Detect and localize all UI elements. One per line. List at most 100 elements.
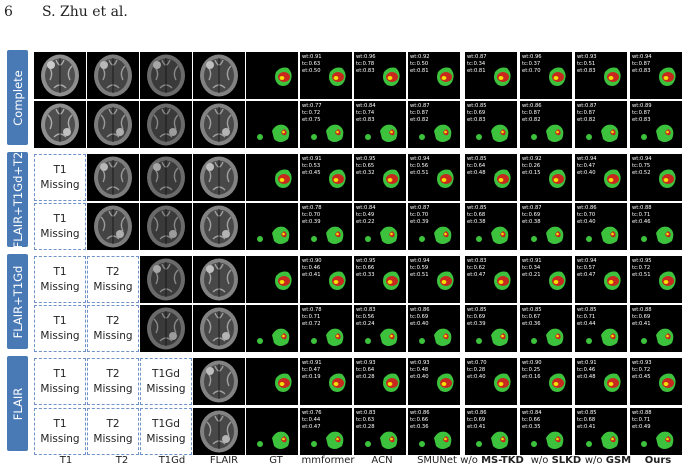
dice-score: wt:0.94 xyxy=(410,156,430,162)
dice-score: wt:0.85 xyxy=(467,205,487,211)
dice-score: et:0.35 xyxy=(522,424,541,430)
mri-flair-image xyxy=(193,408,245,455)
dice-score: wt:0.78 xyxy=(302,205,322,211)
dice-score: et:0.82 xyxy=(577,117,596,123)
dice-score: et:0.33 xyxy=(356,272,375,278)
dice-score: et:0.28 xyxy=(356,374,375,380)
group-label-text: Complete xyxy=(10,69,25,126)
dice-score: tc:0.25 xyxy=(522,367,541,373)
dice-score: et:0.83 xyxy=(632,68,651,74)
dice-score: tc:0.59 xyxy=(410,265,429,271)
segmentation-acn: wt:0.95 tc:0.66 et:0.33 xyxy=(354,256,406,303)
dice-score: tc:0.34 xyxy=(522,265,541,271)
dice-metrics: wt:0.88 tc:0.69 et:0.41 xyxy=(632,307,652,328)
dice-score: tc:0.46 xyxy=(302,265,321,271)
group-label-text: FLAIR+T1Gd+T2 xyxy=(10,151,25,248)
dice-score: wt:0.87 xyxy=(467,54,487,60)
dice-score: tc:0.87 xyxy=(522,110,541,116)
dice-score: tc:0.72 xyxy=(632,367,651,373)
dice-metrics: wt:0.84 tc:0.74 et:0.83 xyxy=(356,103,376,124)
segmentation-gsm: wt:0.85 tc:0.71 et:0.44 xyxy=(575,305,627,352)
dice-metrics: wt:0.76 tc:0.44 et:0.47 xyxy=(302,410,322,431)
dice-score: wt:0.87 xyxy=(410,205,430,211)
dice-score: tc:0.37 xyxy=(522,61,541,67)
dice-score: tc:0.69 xyxy=(467,417,486,423)
col-label-t1: T1 xyxy=(59,455,73,466)
dice-score: tc:0.34 xyxy=(467,61,486,67)
segmentation-ours: wt:0.94 tc:0.87 et:0.83 xyxy=(630,52,682,99)
segmentation-slkd: wt:0.85 tc:0.67 et:0.36 xyxy=(520,305,572,352)
dice-metrics: wt:0.92 tc:0.50 et:0.81 xyxy=(410,54,430,75)
dice-score: tc:0.69 xyxy=(632,314,651,320)
missing-t1gd-placeholder: T1Gd Missing xyxy=(140,358,192,405)
missing-label: Missing xyxy=(40,329,80,342)
missing-label: Missing xyxy=(93,329,133,342)
dice-score: et:0.38 xyxy=(467,219,486,225)
dice-metrics: wt:0.86 tc:0.69 et:0.41 xyxy=(467,410,487,431)
dice-score: et:0.39 xyxy=(302,219,321,225)
dice-score: tc:0.46 xyxy=(577,367,596,373)
dice-score: tc:0.72 xyxy=(632,265,651,271)
col-label-ours: Ours xyxy=(644,455,672,466)
mri-t2-image xyxy=(87,101,139,148)
segmentation-slkd: wt:0.90 tc:0.25 et:0.16 xyxy=(520,358,572,405)
dice-score: wt:0.95 xyxy=(632,258,652,264)
dice-score: wt:0.77 xyxy=(302,103,322,109)
dice-score: et:0.40 xyxy=(410,374,429,380)
segmentation-slkd: wt:0.86 tc:0.87 et:0.82 xyxy=(520,101,572,148)
dice-score: et:0.40 xyxy=(467,374,486,380)
segmentation-smunet: wt:0.86 tc:0.66 et:0.36 xyxy=(408,408,460,455)
missing-label: Missing xyxy=(40,178,80,191)
dice-score: wt:0.85 xyxy=(467,156,487,162)
dice-score: wt:0.91 xyxy=(302,54,322,60)
dice-metrics: wt:0.94 tc:0.47 et:0.40 xyxy=(577,156,597,177)
dice-score: et:0.51 xyxy=(632,272,651,278)
missing-modality-name: T1 xyxy=(53,315,67,328)
missing-modality-name: T1 xyxy=(53,164,67,177)
segmentation-ours: wt:0.89 tc:0.87 et:0.83 xyxy=(630,101,682,148)
dice-metrics: wt:0.84 tc:0.49 et:0.22 xyxy=(356,205,376,226)
missing-modality-name: T1 xyxy=(53,266,67,279)
dice-metrics: wt:0.94 tc:0.75 et:0.52 xyxy=(632,156,652,177)
dice-score: et:0.16 xyxy=(522,374,541,380)
dice-score: tc:0.57 xyxy=(577,265,596,271)
dice-score: wt:0.94 xyxy=(577,258,597,264)
dice-score: et:0.46 xyxy=(632,219,651,225)
dice-score: et:0.83 xyxy=(356,117,375,123)
dice-score: tc:0.65 xyxy=(356,163,375,169)
mri-flair-image xyxy=(193,256,245,303)
dice-metrics: wt:0.86 tc:0.69 et:0.40 xyxy=(410,307,430,328)
dice-metrics: wt:0.95 tc:0.72 et:0.51 xyxy=(632,258,652,279)
dice-score: et:0.82 xyxy=(410,117,429,123)
dice-metrics: wt:0.85 tc:0.69 et:0.39 xyxy=(467,307,487,328)
dice-score: wt:0.85 xyxy=(467,103,487,109)
dice-score: wt:0.92 xyxy=(522,156,542,162)
dice-metrics: wt:0.94 tc:0.57 et:0.47 xyxy=(577,258,597,279)
dice-score: wt:0.96 xyxy=(356,54,376,60)
dice-score: wt:0.95 xyxy=(356,156,376,162)
segmentation-slkd: wt:0.92 tc:0.26 et:0.15 xyxy=(520,154,572,201)
dice-score: wt:0.95 xyxy=(356,258,376,264)
dice-score: tc:0.69 xyxy=(522,212,541,218)
missing-t2-placeholder: T2 Missing xyxy=(87,256,139,303)
dice-metrics: wt:0.93 tc:0.48 et:0.40 xyxy=(410,360,430,381)
segmentation-mstkd: wt:0.85 tc:0.69 et:0.39 xyxy=(465,305,517,352)
segmentation-ours: wt:0.94 tc:0.75 et:0.52 xyxy=(630,154,682,201)
dice-score: tc:0.51 xyxy=(577,61,596,67)
segmentation-smunet: wt:0.87 tc:0.70 et:0.39 xyxy=(408,203,460,250)
dice-score: wt:0.90 xyxy=(522,360,542,366)
dice-score: et:0.83 xyxy=(356,68,375,74)
segmentation-slkd: wt:0.84 tc:0.66 et:0.35 xyxy=(520,408,572,455)
dice-score: wt:0.94 xyxy=(632,156,652,162)
segmentation-smunet: wt:0.94 tc:0.59 et:0.51 xyxy=(408,256,460,303)
dice-metrics: wt:0.91 tc:0.53 et:0.45 xyxy=(302,156,322,177)
mri-t1gd-image xyxy=(140,52,192,99)
mri-t1gd-image xyxy=(140,256,192,303)
dice-score: et:0.47 xyxy=(577,272,596,278)
dice-score: et:0.36 xyxy=(410,424,429,430)
dice-score: wt:0.88 xyxy=(632,307,652,313)
dice-score: wt:0.83 xyxy=(467,258,487,264)
dice-score: et:0.19 xyxy=(302,374,321,380)
dice-metrics: wt:0.93 tc:0.72 et:0.45 xyxy=(632,360,652,381)
missing-t1-placeholder: T1 Missing xyxy=(34,408,86,455)
